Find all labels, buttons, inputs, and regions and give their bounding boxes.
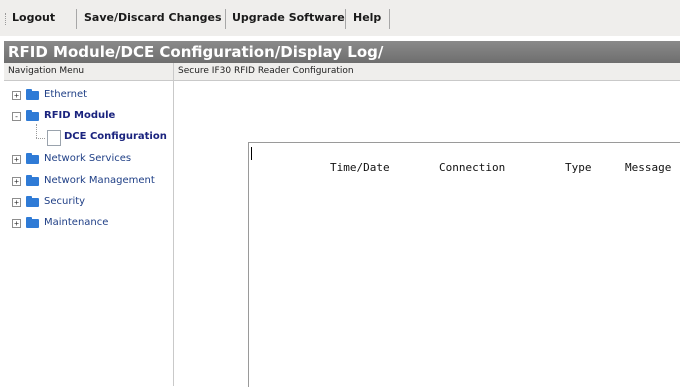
help-button[interactable]: Help	[353, 11, 381, 24]
tree-item-label: Network Services	[44, 153, 132, 164]
logout-button[interactable]: Logout	[12, 11, 55, 24]
navigation-menu-header: Navigation Menu	[4, 63, 173, 81]
page-title: RFID Module/DCE Configuration/Display Lo…	[8, 43, 384, 61]
tree-item-label: Network Management	[44, 175, 155, 186]
tree-connector	[36, 124, 37, 138]
collapse-icon[interactable]: -	[12, 112, 21, 121]
toolbar-grip	[5, 13, 8, 25]
tree-connector	[36, 138, 45, 139]
log-column-type: Type	[565, 161, 592, 174]
menu-separator	[389, 9, 390, 29]
tree-item-label: Maintenance	[44, 217, 109, 228]
tree-item-label: RFID Module	[44, 110, 116, 121]
menu-separator	[225, 9, 226, 29]
content-header: Secure IF30 RFID Reader Configuration	[174, 63, 680, 81]
navigation-menu-title: Navigation Menu	[8, 66, 85, 76]
log-column-connection: Connection	[439, 161, 506, 174]
panel-divider[interactable]	[173, 63, 174, 386]
expand-icon[interactable]: +	[12, 198, 21, 207]
tree-item-label: Security	[44, 196, 86, 207]
tree-item-dce-configuration[interactable]: DCE Configuration	[64, 131, 167, 142]
folder-icon	[26, 175, 39, 186]
page-title-bar: RFID Module/DCE Configuration/Display Lo…	[4, 41, 680, 63]
folder-icon	[26, 89, 39, 100]
save-discard-changes-button[interactable]: Save/Discard Changes	[84, 11, 222, 24]
tree-item-label: Ethernet	[44, 89, 88, 100]
expand-icon[interactable]: +	[12, 91, 21, 100]
folder-icon	[26, 196, 39, 207]
expand-icon[interactable]: +	[12, 155, 21, 164]
upgrade-software-button[interactable]: Upgrade Software	[232, 11, 345, 24]
expand-icon[interactable]: +	[12, 219, 21, 228]
menu-separator	[345, 9, 346, 29]
folder-icon	[26, 217, 39, 228]
display-log-textarea[interactable]: Time/Date Connection Type Message	[248, 142, 680, 387]
page-icon	[47, 130, 61, 146]
log-column-time-date: Time/Date	[330, 161, 390, 174]
folder-icon	[26, 153, 39, 164]
text-cursor	[251, 147, 252, 160]
menu-separator	[76, 9, 77, 29]
top-menu-bar: Logout Save/Discard Changes Upgrade Soft…	[0, 0, 680, 36]
content-title: Secure IF30 RFID Reader Configuration	[178, 66, 354, 76]
expand-icon[interactable]: +	[12, 177, 21, 186]
folder-open-icon	[26, 110, 39, 121]
log-column-message: Message	[625, 161, 672, 174]
